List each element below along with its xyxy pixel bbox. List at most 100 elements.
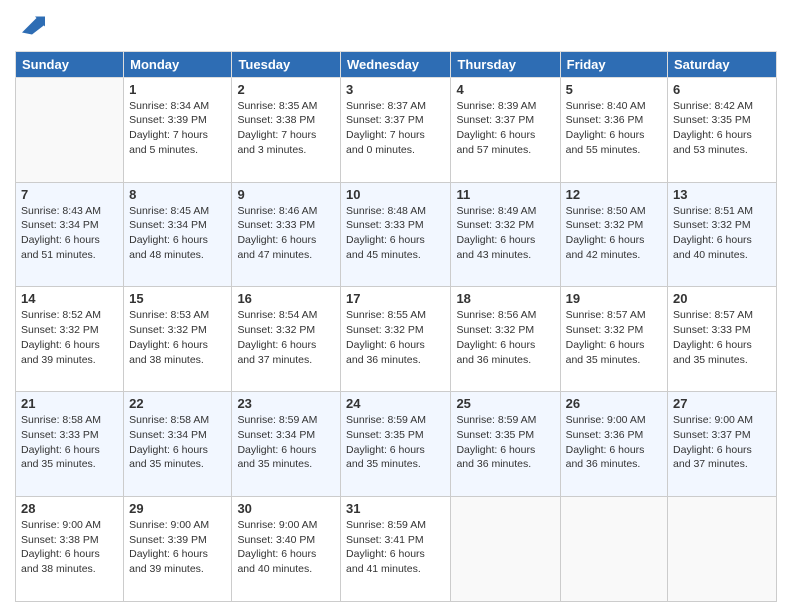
day-info: Sunrise: 8:57 AM Sunset: 3:32 PM Dayligh… (566, 308, 662, 367)
day-number: 25 (456, 396, 554, 411)
day-info: Sunrise: 8:59 AM Sunset: 3:34 PM Dayligh… (237, 413, 335, 472)
day-info: Sunrise: 8:49 AM Sunset: 3:32 PM Dayligh… (456, 204, 554, 263)
day-number: 19 (566, 291, 662, 306)
calendar-cell: 18 Sunrise: 8:56 AM Sunset: 3:32 PM Dayli… (451, 287, 560, 392)
weekday-header-row: SundayMondayTuesdayWednesdayThursdayFrid… (16, 51, 777, 77)
day-number: 23 (237, 396, 335, 411)
day-info: Sunrise: 8:34 AM Sunset: 3:39 PM Dayligh… (129, 99, 226, 158)
calendar-cell: 23 Sunrise: 8:59 AM Sunset: 3:34 PM Dayli… (232, 392, 341, 497)
day-info: Sunrise: 8:52 AM Sunset: 3:32 PM Dayligh… (21, 308, 118, 367)
day-number: 17 (346, 291, 445, 306)
calendar-cell: 7 Sunrise: 8:43 AM Sunset: 3:34 PM Daylig… (16, 182, 124, 287)
day-number: 21 (21, 396, 118, 411)
day-number: 13 (673, 187, 771, 202)
week-row-2: 7 Sunrise: 8:43 AM Sunset: 3:34 PM Daylig… (16, 182, 777, 287)
calendar-cell: 22Sunrise: 8:58 AM Sunset: 3:34 PM Dayli… (124, 392, 232, 497)
weekday-wednesday: Wednesday (341, 51, 451, 77)
calendar-cell: 31Sunrise: 8:59 AM Sunset: 3:41 PM Dayli… (341, 497, 451, 602)
day-info: Sunrise: 8:43 AM Sunset: 3:34 PM Dayligh… (21, 204, 118, 263)
day-number: 18 (456, 291, 554, 306)
calendar-cell: 4 Sunrise: 8:39 AM Sunset: 3:37 PM Daylig… (451, 77, 560, 182)
day-number: 15 (129, 291, 226, 306)
day-info: Sunrise: 8:40 AM Sunset: 3:36 PM Dayligh… (566, 99, 662, 158)
calendar-cell (16, 77, 124, 182)
day-number: 1 (129, 82, 226, 97)
day-info: Sunrise: 8:46 AM Sunset: 3:33 PM Dayligh… (237, 204, 335, 263)
day-info: Sunrise: 9:00 AM Sunset: 3:38 PM Dayligh… (21, 518, 118, 577)
calendar-cell: 21 Sunrise: 8:58 AM Sunset: 3:33 PM Dayli… (16, 392, 124, 497)
calendar-cell: 2 Sunrise: 8:35 AM Sunset: 3:38 PM Daylig… (232, 77, 341, 182)
logo-text (15, 10, 47, 45)
weekday-saturday: Saturday (668, 51, 777, 77)
calendar-cell (560, 497, 667, 602)
day-info: Sunrise: 8:53 AM Sunset: 3:32 PM Dayligh… (129, 308, 226, 367)
calendar-cell: 29 Sunrise: 9:00 AM Sunset: 3:39 PM Dayli… (124, 497, 232, 602)
weekday-monday: Monday (124, 51, 232, 77)
day-info: Sunrise: 8:45 AM Sunset: 3:34 PM Dayligh… (129, 204, 226, 263)
day-info: Sunrise: 8:56 AM Sunset: 3:32 PM Dayligh… (456, 308, 554, 367)
week-row-3: 14 Sunrise: 8:52 AM Sunset: 3:32 PM Dayli… (16, 287, 777, 392)
calendar-cell: 9 Sunrise: 8:46 AM Sunset: 3:33 PM Daylig… (232, 182, 341, 287)
calendar-cell: 14 Sunrise: 8:52 AM Sunset: 3:32 PM Dayli… (16, 287, 124, 392)
day-number: 30 (237, 501, 335, 516)
weekday-sunday: Sunday (16, 51, 124, 77)
weekday-thursday: Thursday (451, 51, 560, 77)
day-info: Sunrise: 8:55 AM Sunset: 3:32 PM Dayligh… (346, 308, 445, 367)
calendar-cell: 28 Sunrise: 9:00 AM Sunset: 3:38 PM Dayli… (16, 497, 124, 602)
day-number: 9 (237, 187, 335, 202)
day-number: 2 (237, 82, 335, 97)
day-info: Sunrise: 8:48 AM Sunset: 3:33 PM Dayligh… (346, 204, 445, 263)
day-number: 27 (673, 396, 771, 411)
day-info: Sunrise: 8:59 AM Sunset: 3:41 PM Dayligh… (346, 518, 445, 577)
day-info: Sunrise: 8:51 AM Sunset: 3:32 PM Dayligh… (673, 204, 771, 263)
day-number: 16 (237, 291, 335, 306)
day-info: Sunrise: 8:35 AM Sunset: 3:38 PM Dayligh… (237, 99, 335, 158)
week-row-1: 1 Sunrise: 8:34 AM Sunset: 3:39 PM Daylig… (16, 77, 777, 182)
day-number: 28 (21, 501, 118, 516)
day-info: Sunrise: 8:58 AM Sunset: 3:34 PM Dayligh… (129, 413, 226, 472)
day-info: Sunrise: 8:37 AM Sunset: 3:37 PM Dayligh… (346, 99, 445, 158)
weekday-friday: Friday (560, 51, 667, 77)
day-info: Sunrise: 8:54 AM Sunset: 3:32 PM Dayligh… (237, 308, 335, 367)
calendar-cell: 19 Sunrise: 8:57 AM Sunset: 3:32 PM Dayli… (560, 287, 667, 392)
calendar-cell: 10Sunrise: 8:48 AM Sunset: 3:33 PM Dayli… (341, 182, 451, 287)
calendar-cell: 25 Sunrise: 8:59 AM Sunset: 3:35 PM Dayli… (451, 392, 560, 497)
day-info: Sunrise: 8:39 AM Sunset: 3:37 PM Dayligh… (456, 99, 554, 158)
day-info: Sunrise: 8:58 AM Sunset: 3:33 PM Dayligh… (21, 413, 118, 472)
day-number: 4 (456, 82, 554, 97)
calendar-cell: 17 Sunrise: 8:55 AM Sunset: 3:32 PM Dayli… (341, 287, 451, 392)
logo-icon (17, 10, 47, 40)
day-number: 5 (566, 82, 662, 97)
day-number: 12 (566, 187, 662, 202)
day-info: Sunrise: 8:50 AM Sunset: 3:32 PM Dayligh… (566, 204, 662, 263)
day-info: Sunrise: 8:59 AM Sunset: 3:35 PM Dayligh… (456, 413, 554, 472)
logo (15, 10, 47, 45)
week-row-5: 28 Sunrise: 9:00 AM Sunset: 3:38 PM Dayli… (16, 497, 777, 602)
day-number: 29 (129, 501, 226, 516)
calendar-cell: 30Sunrise: 9:00 AM Sunset: 3:40 PM Dayli… (232, 497, 341, 602)
calendar-cell: 27Sunrise: 9:00 AM Sunset: 3:37 PM Dayli… (668, 392, 777, 497)
header (15, 10, 777, 45)
day-info: Sunrise: 8:59 AM Sunset: 3:35 PM Dayligh… (346, 413, 445, 472)
day-number: 26 (566, 396, 662, 411)
calendar-cell: 20 Sunrise: 8:57 AM Sunset: 3:33 PM Dayli… (668, 287, 777, 392)
calendar-cell: 3 Sunrise: 8:37 AM Sunset: 3:37 PM Daylig… (341, 77, 451, 182)
day-number: 3 (346, 82, 445, 97)
day-info: Sunrise: 9:00 AM Sunset: 3:39 PM Dayligh… (129, 518, 226, 577)
day-info: Sunrise: 8:57 AM Sunset: 3:33 PM Dayligh… (673, 308, 771, 367)
day-number: 7 (21, 187, 118, 202)
day-number: 14 (21, 291, 118, 306)
calendar-cell: 26Sunrise: 9:00 AM Sunset: 3:36 PM Dayli… (560, 392, 667, 497)
day-number: 20 (673, 291, 771, 306)
calendar-cell: 12 Sunrise: 8:50 AM Sunset: 3:32 PM Dayli… (560, 182, 667, 287)
calendar: SundayMondayTuesdayWednesdayThursdayFrid… (15, 51, 777, 602)
calendar-cell: 1 Sunrise: 8:34 AM Sunset: 3:39 PM Daylig… (124, 77, 232, 182)
calendar-cell: 6 Sunrise: 8:42 AM Sunset: 3:35 PM Daylig… (668, 77, 777, 182)
day-number: 24 (346, 396, 445, 411)
day-number: 6 (673, 82, 771, 97)
calendar-cell: 16 Sunrise: 8:54 AM Sunset: 3:32 PM Dayli… (232, 287, 341, 392)
calendar-cell: 11 Sunrise: 8:49 AM Sunset: 3:32 PM Dayli… (451, 182, 560, 287)
day-info: Sunrise: 8:42 AM Sunset: 3:35 PM Dayligh… (673, 99, 771, 158)
calendar-cell: 15 Sunrise: 8:53 AM Sunset: 3:32 PM Dayli… (124, 287, 232, 392)
day-number: 11 (456, 187, 554, 202)
